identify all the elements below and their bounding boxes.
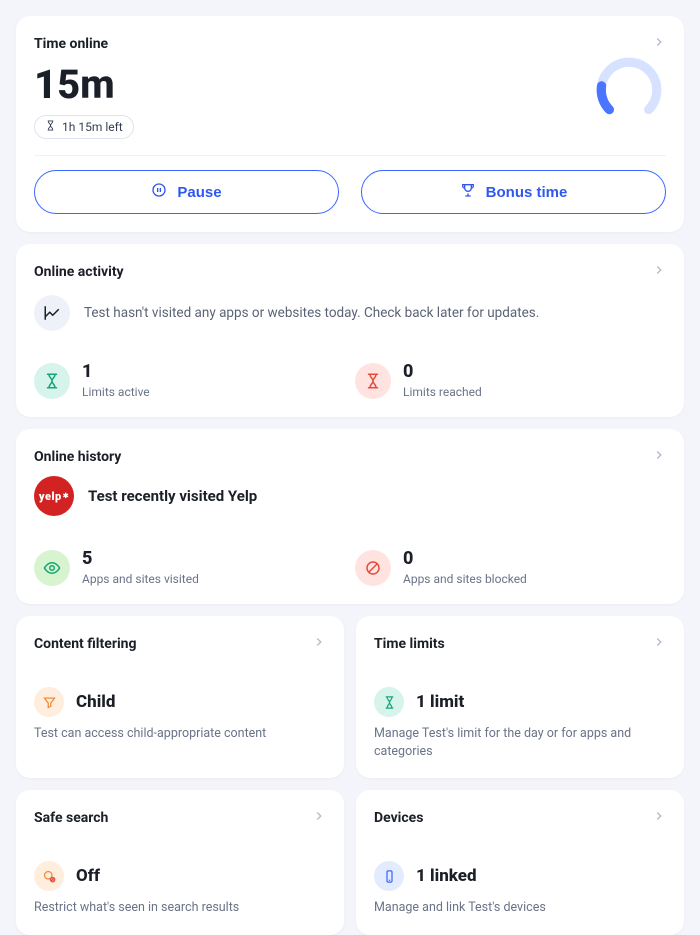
hourglass-active-icon xyxy=(34,363,70,399)
limits-reached-label: Limits reached xyxy=(403,385,482,399)
block-icon xyxy=(355,550,391,586)
devices-value: 1 linked xyxy=(416,866,477,886)
online-history-title: Online history xyxy=(34,449,121,465)
time-limits-title: Time limits xyxy=(374,636,445,652)
limits-active-stat: 1 Limits active xyxy=(34,363,345,399)
filter-icon xyxy=(34,687,64,717)
online-activity-empty-text: Test hasn't visited any apps or websites… xyxy=(84,305,539,321)
content-filtering-value: Child xyxy=(76,692,115,712)
blocked-stat: 0 Apps and sites blocked xyxy=(355,550,666,586)
time-online-header[interactable]: Time online xyxy=(16,16,684,53)
hourglass-icon xyxy=(45,120,56,134)
recent-visit-row: yelp✱ Test recently visited Yelp xyxy=(16,466,684,534)
time-online-left: 15m 1h 15m left xyxy=(34,57,134,139)
online-activity-header[interactable]: Online activity xyxy=(16,244,684,281)
safe-search-value: Off xyxy=(76,866,100,886)
time-remaining-pill: 1h 15m left xyxy=(34,115,134,139)
pause-button-label: Pause xyxy=(177,184,221,201)
recent-visit-text: Test recently visited Yelp xyxy=(88,487,257,505)
pause-button[interactable]: Pause xyxy=(34,170,339,214)
hourglass-icon xyxy=(374,687,404,717)
phone-icon xyxy=(374,861,404,891)
time-limits-value: 1 limit xyxy=(416,692,464,712)
progress-ring-icon xyxy=(592,53,666,127)
blocked-label: Apps and sites blocked xyxy=(403,572,527,586)
time-limits-sub: Manage Test's limit for the day or for a… xyxy=(374,725,666,760)
online-activity-card: Online activity Test hasn't visited any … xyxy=(16,244,684,417)
safe-search-sub: Restrict what's seen in search results xyxy=(34,899,326,917)
pause-icon xyxy=(151,182,167,202)
limits-active-label: Limits active xyxy=(82,385,150,399)
visited-count: 5 xyxy=(82,550,199,568)
online-activity-stats: 1 Limits active 0 Limits reached xyxy=(16,347,684,417)
chevron-right-icon xyxy=(312,808,326,827)
devices-card[interactable]: Devices 1 linked Manage and link Test's … xyxy=(356,790,684,935)
chevron-right-icon xyxy=(652,262,666,281)
eye-icon xyxy=(34,550,70,586)
chevron-right-icon xyxy=(312,634,326,653)
time-online-title: Time online xyxy=(34,36,108,52)
visited-stat: 5 Apps and sites visited xyxy=(34,550,345,586)
hourglass-reached-icon xyxy=(355,363,391,399)
limits-reached-stat: 0 Limits reached xyxy=(355,363,666,399)
content-filtering-sub: Test can access child-appropriate conten… xyxy=(34,725,326,743)
safe-search-card[interactable]: Safe search Off Restrict what's seen in … xyxy=(16,790,344,935)
yelp-icon: yelp✱ xyxy=(34,476,74,516)
online-history-header[interactable]: Online history xyxy=(16,429,684,466)
bonus-time-button-label: Bonus time xyxy=(486,184,568,201)
content-filtering-card[interactable]: Content filtering Child Test can access … xyxy=(16,616,344,778)
content-filtering-title: Content filtering xyxy=(34,636,137,652)
chart-icon xyxy=(34,295,70,331)
limits-reached-count: 0 xyxy=(403,363,482,381)
bonus-time-button[interactable]: Bonus time xyxy=(361,170,666,214)
time-online-card: Time online 15m 1h 15m left Pause xyxy=(16,16,684,232)
online-history-card: Online history yelp✱ Test recently visit… xyxy=(16,429,684,604)
chevron-right-icon xyxy=(652,447,666,466)
visited-label: Apps and sites visited xyxy=(82,572,199,586)
time-online-actions: Pause Bonus time xyxy=(16,156,684,232)
devices-sub: Manage and link Test's devices xyxy=(374,899,666,917)
online-activity-title: Online activity xyxy=(34,264,124,280)
blocked-count: 0 xyxy=(403,550,527,568)
chevron-right-icon xyxy=(652,34,666,53)
devices-title: Devices xyxy=(374,810,423,826)
online-activity-empty: Test hasn't visited any apps or websites… xyxy=(16,281,684,347)
trophy-icon xyxy=(460,182,476,202)
online-history-stats: 5 Apps and sites visited 0 Apps and site… xyxy=(16,534,684,604)
safe-search-title: Safe search xyxy=(34,810,108,826)
chevron-right-icon xyxy=(652,634,666,653)
time-limits-card[interactable]: Time limits 1 limit Manage Test's limit … xyxy=(356,616,684,778)
time-online-value: 15m xyxy=(34,63,134,107)
limits-active-count: 1 xyxy=(82,363,150,381)
time-online-body: 15m 1h 15m left xyxy=(16,53,684,149)
safe-search-icon xyxy=(34,861,64,891)
chevron-right-icon xyxy=(652,808,666,827)
time-remaining-text: 1h 15m left xyxy=(62,120,123,134)
